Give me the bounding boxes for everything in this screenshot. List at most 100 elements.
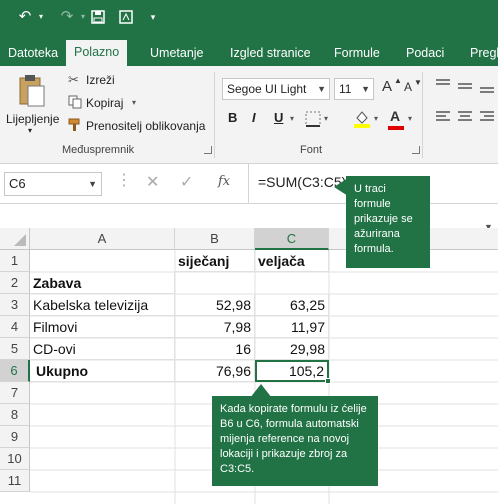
cell-A5[interactable]: CD-ovi — [30, 338, 175, 360]
quick-access-toolbar: ↶ ▾ ↷ ▾ ▾ — [0, 0, 498, 34]
font-name-combo[interactable]: Segoe UI Light ▼ — [222, 78, 330, 100]
enter-icon[interactable]: ✓ — [180, 172, 193, 192]
cell-C4[interactable]: 11,97 — [255, 316, 329, 338]
ribbon-separator — [422, 72, 423, 158]
font-size-combo[interactable]: 11 ▼ — [334, 78, 374, 100]
chevron-down-icon: ▼ — [361, 84, 370, 94]
font-color-dropdown-icon[interactable]: ▾ — [408, 114, 412, 123]
paste-icon — [19, 75, 45, 107]
touch-mode-icon[interactable] — [116, 7, 136, 27]
tab-data[interactable]: Podaci — [398, 41, 452, 66]
font-group-label: Font — [300, 144, 323, 156]
tab-page-layout[interactable]: Izgled stranice — [222, 41, 319, 66]
fill-dropdown-icon[interactable]: ▾ — [374, 114, 378, 123]
shrink-font-button[interactable]: A — [404, 80, 412, 94]
underline-dropdown-icon[interactable]: ▾ — [290, 114, 294, 123]
cell-A3[interactable]: Kabelska televizija — [30, 294, 175, 316]
borders-dropdown-icon[interactable]: ▾ — [324, 114, 328, 123]
name-box[interactable]: C6 ▼ — [4, 172, 102, 196]
cell-A6[interactable]: Ukupno — [30, 360, 175, 382]
cancel-icon[interactable]: ✕ — [146, 172, 159, 192]
cell-A4[interactable]: Filmovi — [30, 316, 175, 338]
fill-color-icon[interactable] — [352, 108, 372, 128]
insert-function-button[interactable]: fx — [218, 174, 230, 189]
underline-button[interactable]: U — [274, 110, 283, 125]
paste-dropdown-icon: ▾ — [28, 126, 33, 135]
ribbon-tabs: Datoteka Polazno Umetanje Izgled stranic… — [0, 34, 498, 66]
copy-icon — [68, 95, 82, 109]
font-color-swatch — [388, 126, 404, 130]
font-name-value: Segoe UI Light — [227, 82, 307, 96]
redo-icon[interactable]: ↷ — [56, 7, 78, 27]
clipboard-group-label: Međuspremnik — [62, 144, 135, 156]
copy-formula-callout: Kada kopirate formulu iz ćelije B6 u C6,… — [212, 396, 378, 486]
cell-B4[interactable]: 7,98 — [175, 316, 255, 338]
cell-A2[interactable]: Zabava — [30, 272, 175, 294]
font-size-value: 11 — [339, 82, 352, 96]
tab-insert[interactable]: Umetanje — [142, 41, 212, 66]
tab-home[interactable]: Polazno — [66, 40, 128, 66]
format-painter-icon — [68, 118, 80, 131]
grow-font-button[interactable]: A — [382, 78, 392, 95]
cell-B6[interactable]: 76,96 — [175, 360, 255, 382]
row-header[interactable]: 10 — [0, 448, 30, 470]
fill-handle[interactable] — [325, 378, 331, 384]
copy-dropdown-icon[interactable]: ▾ — [132, 98, 136, 107]
cut-button[interactable]: Izreži — [86, 73, 115, 87]
customize-qat-icon[interactable]: ▾ — [146, 7, 160, 27]
undo-icon[interactable]: ↶ — [14, 7, 36, 27]
format-painter-button[interactable]: Prenositelj oblikovanja — [86, 119, 205, 133]
row-header[interactable]: 8 — [0, 404, 30, 426]
cell-C6-selected[interactable]: 105,2 — [255, 360, 329, 382]
chevron-down-icon: ▼ — [317, 84, 326, 94]
row-header[interactable]: 6 — [0, 360, 30, 382]
more-icon: ⋮ — [116, 172, 132, 189]
column-header[interactable]: B — [175, 228, 255, 250]
tab-file[interactable]: Datoteka — [0, 41, 66, 66]
alignment-icons[interactable] — [432, 76, 496, 136]
cell-B3[interactable]: 52,98 — [175, 294, 255, 316]
italic-button[interactable]: I — [252, 110, 256, 125]
column-header[interactable]: C — [255, 228, 329, 250]
redo-dropdown-icon[interactable]: ▾ — [78, 7, 88, 27]
cell-B5[interactable]: 16 — [175, 338, 255, 360]
ribbon-separator — [214, 72, 215, 158]
paste-button[interactable]: Lijepljenje ▾ — [6, 72, 59, 142]
row-header[interactable]: 5 — [0, 338, 30, 360]
scissors-icon: ✂ — [68, 72, 79, 87]
save-icon[interactable] — [88, 7, 108, 27]
row-header[interactable]: 3 — [0, 294, 30, 316]
clipboard-launcher-icon[interactable] — [204, 146, 212, 154]
caret-down-icon: ▼ — [414, 78, 422, 87]
font-color-button[interactable]: A — [390, 108, 400, 124]
tab-review[interactable]: Pregl — [462, 41, 498, 66]
font-launcher-icon[interactable] — [412, 146, 420, 154]
cell-B1[interactable]: siječanj — [175, 250, 255, 272]
borders-icon[interactable] — [304, 110, 322, 128]
row-header[interactable]: 11 — [0, 470, 30, 492]
select-all-button[interactable] — [0, 228, 30, 250]
formula-callout-text: U traci formule prikazuje se ažurirana f… — [354, 183, 413, 255]
callout-pointer — [250, 384, 272, 398]
cell-C5[interactable]: 29,98 — [255, 338, 329, 360]
chevron-down-icon: ▼ — [88, 179, 97, 189]
row-header[interactable]: 2 — [0, 272, 30, 294]
bold-button[interactable]: B — [228, 110, 237, 125]
row-header[interactable]: 9 — [0, 426, 30, 448]
row-header[interactable]: 7 — [0, 382, 30, 404]
paste-label: Lijepljenje — [6, 112, 60, 126]
cell-C1[interactable]: veljača — [255, 250, 329, 272]
ribbon: Lijepljenje ▾ ✂ Izreži Kopiraj ▾ Prenosi… — [0, 66, 498, 164]
row-header[interactable]: 1 — [0, 250, 30, 272]
tab-formulas[interactable]: Formule — [326, 41, 388, 66]
callout-pointer — [334, 178, 348, 196]
caret-up-icon: ▲ — [394, 76, 402, 85]
row-header[interactable]: 4 — [0, 316, 30, 338]
undo-dropdown-icon[interactable]: ▾ — [36, 7, 46, 27]
copy-callout-text: Kada kopirate formulu iz ćelije B6 u C6,… — [220, 403, 367, 475]
cell-C3[interactable]: 63,25 — [255, 294, 329, 316]
formula-bar-callout: U traci formule prikazuje se ažurirana f… — [346, 176, 430, 268]
copy-button[interactable]: Kopiraj — [86, 96, 123, 110]
column-header[interactable]: A — [30, 228, 175, 250]
name-box-value: C6 — [9, 176, 26, 191]
